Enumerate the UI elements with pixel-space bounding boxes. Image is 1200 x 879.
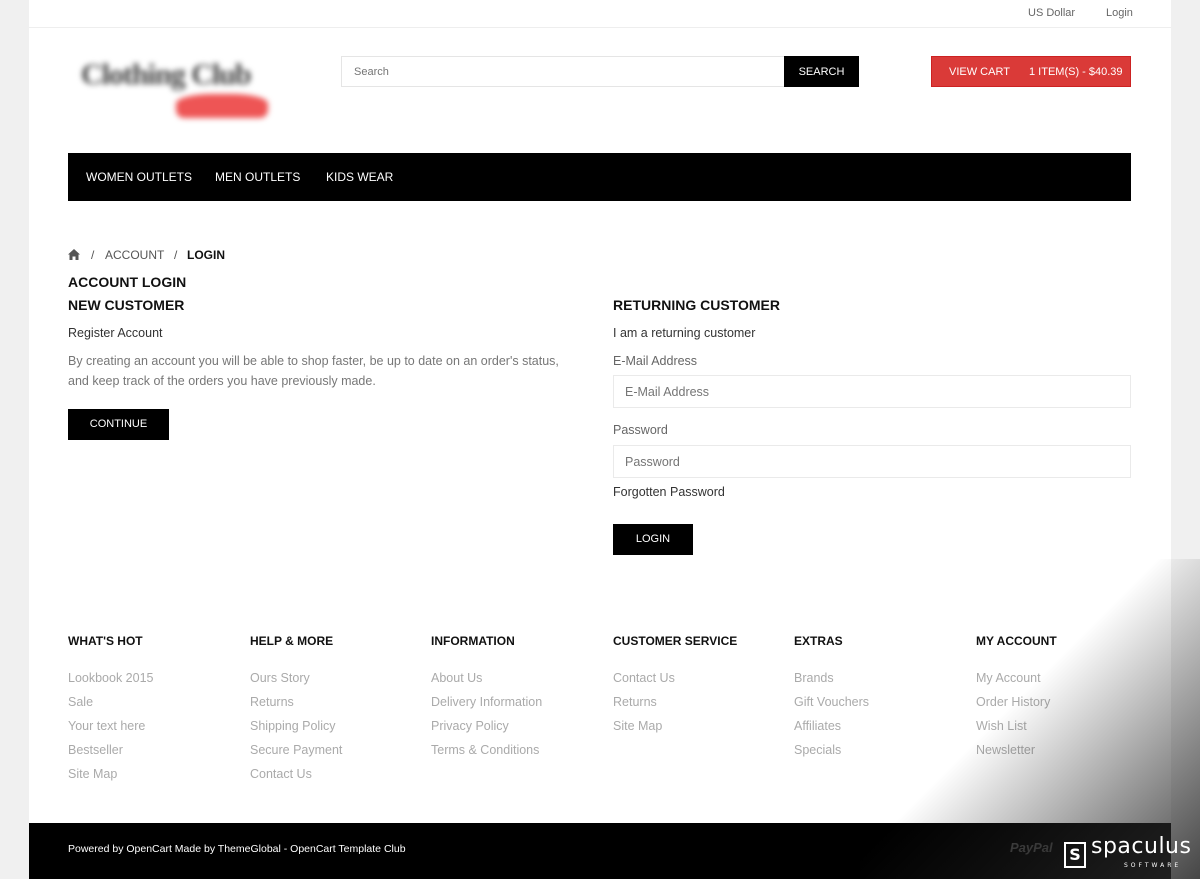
nav-item-kids-wear[interactable]: KIDS WEAR xyxy=(326,170,393,184)
footer-link[interactable]: Contact Us xyxy=(250,767,312,781)
paypal-logo: PayPal xyxy=(1010,840,1053,855)
footer-heading: WHAT'S HOT xyxy=(68,634,143,648)
home-icon[interactable] xyxy=(68,249,80,260)
footer-link[interactable]: About Us xyxy=(431,671,482,685)
footer-link[interactable]: Sale xyxy=(68,695,93,709)
footer-link[interactable]: Bestseller xyxy=(68,743,123,757)
footer-heading: HELP & MORE xyxy=(250,634,334,648)
footer-link[interactable]: Specials xyxy=(794,743,841,757)
returning-customer-heading: RETURNING CUSTOMER xyxy=(613,297,780,313)
footer-link[interactable]: Secure Payment xyxy=(250,743,342,757)
footer-heading: INFORMATION xyxy=(431,634,515,648)
password-label: Password xyxy=(613,423,668,437)
breadcrumb-account[interactable]: ACCOUNT xyxy=(105,248,164,262)
forgotten-password-link[interactable]: Forgotten Password xyxy=(613,485,725,499)
footer-link[interactable]: Ours Story xyxy=(250,671,310,685)
footer-link[interactable]: My Account xyxy=(976,671,1041,685)
top-login-link[interactable]: Login xyxy=(1106,7,1133,19)
footer-link[interactable]: Site Map xyxy=(613,719,662,733)
breadcrumb-login[interactable]: LOGIN xyxy=(187,248,225,262)
register-account-label: Register Account xyxy=(68,326,163,340)
footer-link[interactable]: Privacy Policy xyxy=(431,719,509,733)
cart-summary: 1 ITEM(S) - $40.39 xyxy=(1029,66,1123,78)
spaculus-watermark: S spaculus SOFTWARE xyxy=(1064,832,1194,872)
view-cart-button[interactable]: VIEW CART 1 ITEM(S) - $40.39 xyxy=(931,56,1131,87)
spaculus-logo-icon: S xyxy=(1064,842,1086,868)
email-field[interactable] xyxy=(613,375,1131,408)
continue-button[interactable]: CONTINUE xyxy=(68,409,169,440)
search-input[interactable] xyxy=(341,56,784,87)
footer-heading: MY ACCOUNT xyxy=(976,634,1057,648)
footer-heading: EXTRAS xyxy=(794,634,843,648)
store-logo[interactable]: Clothing Club xyxy=(81,54,291,124)
watermark-subtitle: SOFTWARE xyxy=(1124,862,1182,869)
login-button[interactable]: LOGIN xyxy=(613,524,693,555)
main-nav: WOMEN OUTLETS MEN OUTLETS KIDS WEAR xyxy=(68,153,1131,201)
watermark-name: spaculus xyxy=(1091,834,1192,859)
new-customer-heading: NEW CUSTOMER xyxy=(68,297,185,313)
copyright-text: Powered by OpenCart Made by ThemeGlobal … xyxy=(68,843,406,855)
footer-link[interactable]: Newsletter xyxy=(976,743,1035,757)
search-button[interactable]: SEARCH xyxy=(784,56,859,87)
page: US Dollar Login Clothing Club SEARCH VIE… xyxy=(29,0,1171,879)
footer-link[interactable]: Gift Vouchers xyxy=(794,695,869,709)
footer-heading: CUSTOMER SERVICE xyxy=(613,634,738,648)
footer-link[interactable]: Order History xyxy=(976,695,1050,709)
top-bar: US Dollar Login xyxy=(29,0,1171,28)
returning-customer-label: I am a returning customer xyxy=(613,326,756,340)
email-label: E-Mail Address xyxy=(613,354,698,368)
footer-link[interactable]: Returns xyxy=(250,695,294,709)
footer-link[interactable]: Wish List xyxy=(976,719,1027,733)
logo-hanger-shape xyxy=(176,94,268,118)
footer-link[interactable]: Lookbook 2015 xyxy=(68,671,154,685)
password-field[interactable] xyxy=(613,445,1131,478)
footer-link[interactable]: Site Map xyxy=(68,767,117,781)
footer-link[interactable]: Brands xyxy=(794,671,834,685)
page-title: ACCOUNT LOGIN xyxy=(68,274,187,290)
cart-label: VIEW CART xyxy=(949,66,1010,78)
footer-link[interactable]: Terms & Conditions xyxy=(431,743,539,757)
footer-link[interactable]: Shipping Policy xyxy=(250,719,335,733)
nav-item-men-outlets[interactable]: MEN OUTLETS xyxy=(215,170,300,184)
footer-bar: Powered by OpenCart Made by ThemeGlobal … xyxy=(29,823,1171,879)
breadcrumb-separator: / xyxy=(174,248,178,262)
nav-item-women-outlets[interactable]: WOMEN OUTLETS xyxy=(86,170,192,184)
footer-link[interactable]: Returns xyxy=(613,695,657,709)
breadcrumb-separator: / xyxy=(91,248,95,262)
register-description: By creating an account you will be able … xyxy=(68,354,559,388)
footer-link[interactable]: Affiliates xyxy=(794,719,841,733)
currency-selector[interactable]: US Dollar xyxy=(1028,7,1075,19)
footer-link[interactable]: Your text here xyxy=(68,719,145,733)
footer-link[interactable]: Delivery Information xyxy=(431,695,542,709)
footer-link[interactable]: Contact Us xyxy=(613,671,675,685)
logo-text: Clothing Club xyxy=(81,58,252,91)
